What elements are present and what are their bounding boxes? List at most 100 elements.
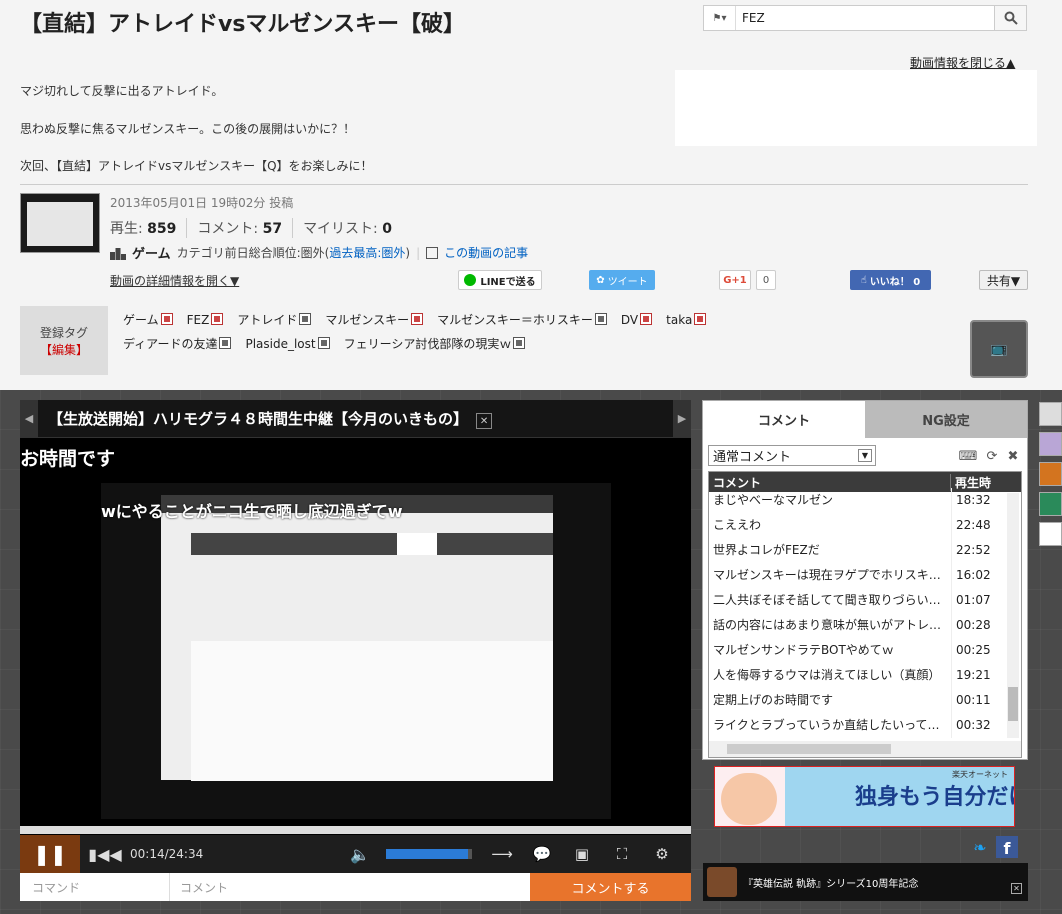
- comment-text: 定期上げのお時間です: [713, 693, 834, 707]
- close-icon[interactable]: ✕: [476, 413, 493, 430]
- comment-row[interactable]: 定期上げのお時間です 00:11: [709, 688, 1021, 713]
- comment-input[interactable]: コメント: [170, 879, 530, 896]
- tag-lock-icon[interactable]: [160, 313, 173, 325]
- description-line-1: マジ切れして反撃に出るアトレイド。: [20, 84, 224, 98]
- comment-time: 19:21: [951, 663, 1006, 688]
- detail-open-link[interactable]: 動画の詳細情報を開く▼: [110, 272, 239, 289]
- refresh-icon[interactable]: ⟳: [984, 448, 1000, 464]
- side-button-3[interactable]: [1039, 462, 1062, 486]
- search-button[interactable]: [994, 6, 1026, 30]
- tv-chan-button[interactable]: 📺: [970, 320, 1028, 378]
- comment-time: 22:48: [951, 513, 1006, 538]
- comment-time: 18:32: [951, 488, 1006, 513]
- marquee-next-arrow[interactable]: ▶: [673, 399, 691, 438]
- comment-row[interactable]: 人を侮辱するウマは消えてほしい（真顔） 19:21: [709, 663, 1021, 688]
- screen-size-icon[interactable]: ▣: [562, 845, 602, 863]
- side-button-2[interactable]: [1039, 432, 1062, 456]
- comment-row[interactable]: ライクとラブっていうか直結したいって… 00:32: [709, 713, 1021, 738]
- tag-item[interactable]: マルゼンスキー＝ホリスキー: [437, 308, 607, 332]
- keyboard-icon[interactable]: ⌨: [959, 448, 978, 464]
- search-scope-dropdown[interactable]: ⚑▾: [704, 6, 736, 30]
- category-name[interactable]: ゲーム: [132, 243, 171, 262]
- comment-text: 話の内容にはあまり意味が無いがアトレ…: [713, 618, 942, 632]
- ad-banner[interactable]: 楽天オーネット 独身もう自分だけ…!?: [714, 766, 1015, 827]
- seek-bar[interactable]: [20, 826, 691, 834]
- tag-item[interactable]: taka: [666, 308, 707, 332]
- news-ticker[interactable]: 『英雄伝説 軌跡』シリーズ10周年記念 ✕: [703, 863, 1028, 901]
- gplus-button[interactable]: G+1: [719, 270, 751, 290]
- page-title: 【直結】アトレイドvsマルゼンスキー【破】: [20, 12, 465, 37]
- marquee-prev-arrow[interactable]: ◀: [20, 399, 38, 438]
- tag-item[interactable]: ゲーム: [123, 308, 173, 332]
- tag-item[interactable]: FEZ: [187, 308, 224, 332]
- rank-best-link[interactable]: 過去最高:圏外: [329, 246, 405, 260]
- tag-lock-icon[interactable]: [694, 313, 707, 325]
- share-menu-button[interactable]: 共有▼: [979, 270, 1028, 290]
- comment-text: マルゼンサンドラテBOTやめてｗ: [713, 643, 894, 657]
- tag-item[interactable]: マルゼンスキー: [325, 308, 424, 332]
- tag-item[interactable]: ディアードの友達: [123, 332, 232, 356]
- facebook-like-button[interactable]: ☝ いいね！ 0: [850, 270, 931, 290]
- comment-row[interactable]: マルゼンサンドラテBOTやめてｗ 00:25: [709, 638, 1021, 663]
- twitter-icon[interactable]: ❧: [970, 837, 990, 857]
- facebook-icon[interactable]: f: [996, 836, 1018, 858]
- comment-row[interactable]: 世界よコレがFEZだ 22:52: [709, 538, 1021, 563]
- tag-lock-icon[interactable]: [411, 313, 424, 325]
- comment-row[interactable]: まじやべーなマルゼン 18:32: [709, 488, 1021, 513]
- tag-item[interactable]: アトレイド: [237, 308, 312, 332]
- gear-icon[interactable]: ⚙: [642, 845, 682, 863]
- comment-row[interactable]: こええわ 22:48: [709, 513, 1021, 538]
- command-input[interactable]: コマンド: [20, 873, 170, 901]
- comment-toggle-icon[interactable]: 💬: [522, 845, 562, 863]
- close-info-link[interactable]: 動画情報を閉じる▲: [910, 54, 1015, 71]
- comment-type-select[interactable]: 通常コメント ▼: [708, 445, 876, 466]
- marquee-text[interactable]: 【生放送開始】ハリモグラ４８時間生中継【今月のいきもの】: [48, 410, 468, 428]
- tag-item[interactable]: Plaside_lost: [245, 332, 330, 356]
- tag-edit-link[interactable]: 【編集】: [40, 341, 88, 358]
- search-input[interactable]: FEZ: [736, 11, 994, 25]
- post-date: 2013年05月01日 19時02分 投稿: [110, 196, 294, 210]
- comment-submit-button[interactable]: コメントする: [530, 873, 691, 901]
- volume-icon[interactable]: 🔈: [350, 845, 386, 864]
- tab-ng-settings[interactable]: NG設定: [865, 401, 1027, 438]
- comment-row[interactable]: 話の内容にはあまり意味が無いがアトレ… 00:28: [709, 613, 1021, 638]
- description-line-3: 次回、【直結】アトレイドvsマルゼンスキー【Q】をお楽しみに！: [20, 159, 373, 173]
- video-thumbnail[interactable]: [20, 193, 100, 253]
- tweet-button[interactable]: ✿ ツイート: [589, 270, 655, 290]
- loop-arrow-icon[interactable]: ⟶: [482, 845, 522, 863]
- volume-slider[interactable]: [386, 849, 472, 859]
- rewind-button[interactable]: ▮◀◀: [80, 845, 130, 864]
- fullscreen-icon[interactable]: ⛶: [602, 845, 642, 863]
- tag-lock-icon[interactable]: [594, 313, 607, 325]
- tag-lock-icon[interactable]: [299, 313, 312, 325]
- comment-text: まじやべーなマルゼン: [713, 493, 834, 507]
- side-button-5[interactable]: [1039, 522, 1062, 546]
- line-share-button[interactable]: LINEで送る: [458, 270, 542, 290]
- comment-row[interactable]: 二人共ぼそぼそ話してて聞き取りづらい… 01:07: [709, 588, 1021, 613]
- close-icon[interactable]: ✕: [1011, 883, 1022, 894]
- tag-lock-icon[interactable]: [513, 337, 526, 349]
- side-button-1[interactable]: [1039, 402, 1062, 426]
- podium-icon: [110, 247, 126, 260]
- comment-row[interactable]: マルゼンスキーは現在ヲゲプでホリスキー… 16:02: [709, 563, 1021, 588]
- tag-item[interactable]: DV: [621, 308, 653, 332]
- stat-comments: コメント: 57: [186, 218, 292, 238]
- pause-button[interactable]: ❚❚: [20, 835, 80, 873]
- comment-list: コメント 再生時 まじやべーなマルゼン 18:32 こええわ 22:48 世界よコレがF…: [708, 471, 1022, 758]
- tab-comments[interactable]: コメント: [703, 401, 865, 438]
- comment-list-hscrollbar[interactable]: [709, 741, 1021, 757]
- tag-lock-icon[interactable]: [317, 337, 330, 349]
- pause-icon: ❚❚: [33, 842, 67, 866]
- comment-time: 00:32: [951, 713, 1006, 738]
- tag-lock-icon[interactable]: [211, 313, 224, 325]
- tag-lock-icon[interactable]: [640, 313, 653, 325]
- tag-item[interactable]: フェリーシア討伐部隊の現実ｗ: [344, 332, 526, 356]
- tag-lock-icon[interactable]: [219, 337, 232, 349]
- comment-overlay-flow: wにやることがニコ生で晒し底辺過ぎてw: [101, 502, 403, 521]
- comment-list-scrollbar[interactable]: [1007, 493, 1019, 738]
- comment-text: 人を侮辱するウマは消えてほしい（真顔）: [713, 668, 941, 682]
- article-link[interactable]: この動画の記事: [444, 244, 528, 261]
- comment-time: 16:02: [951, 563, 1006, 588]
- close-icon[interactable]: ✖: [1005, 448, 1021, 464]
- side-button-4[interactable]: [1039, 492, 1062, 516]
